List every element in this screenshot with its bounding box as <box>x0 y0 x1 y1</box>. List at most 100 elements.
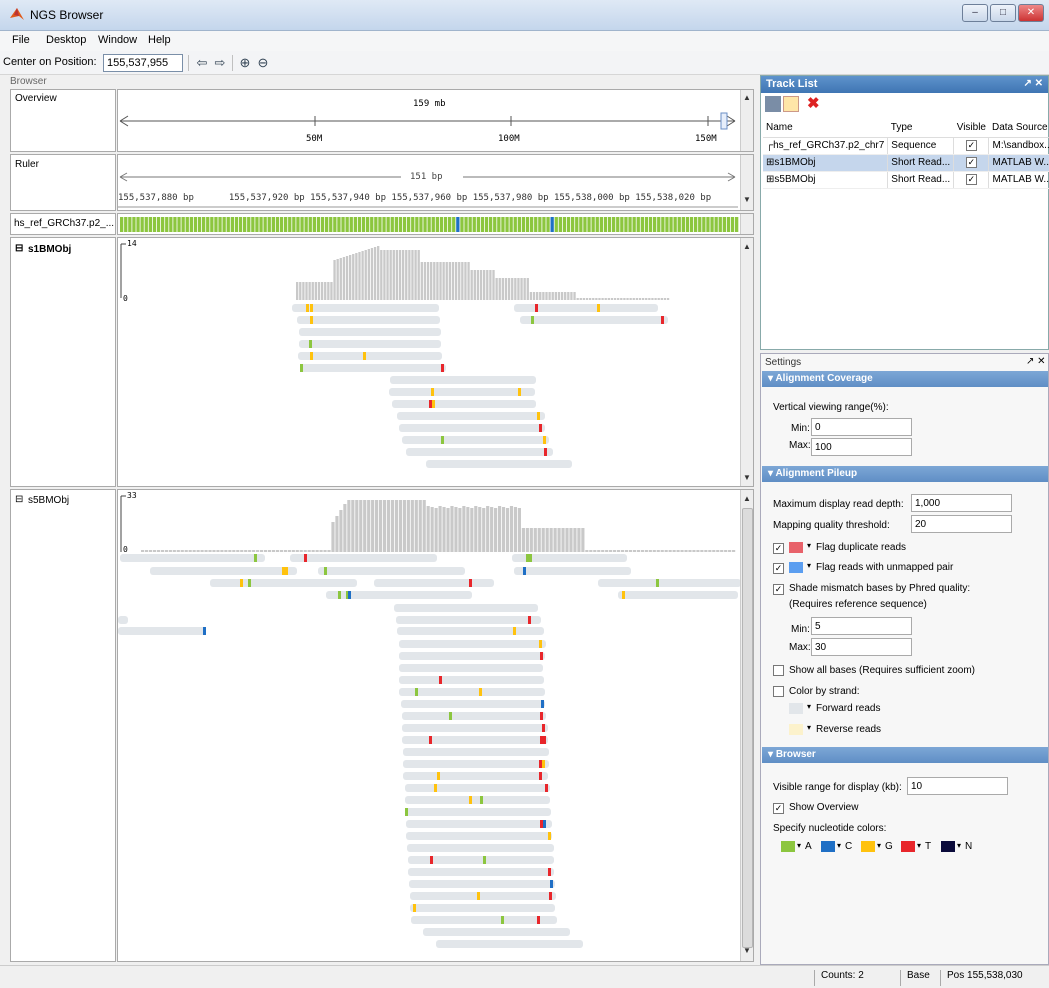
visible-range-input[interactable]: 10 <box>907 777 1008 795</box>
mismatch-mark <box>540 712 543 720</box>
nucleotide-swatch-g[interactable] <box>861 841 875 852</box>
mismatch-mark <box>203 627 206 635</box>
unmapped-color-swatch[interactable] <box>789 562 803 573</box>
maximize-button[interactable]: □ <box>990 4 1016 22</box>
read <box>392 400 536 408</box>
sequence-scrollbar[interactable] <box>740 214 753 234</box>
arrow-right-icon[interactable]: ⇨ <box>211 55 229 71</box>
reverse-color-swatch[interactable] <box>789 724 803 735</box>
track-s1-view[interactable]: 14 0 ▲ ▼ <box>117 237 754 487</box>
dup-color-swatch[interactable] <box>789 542 803 553</box>
coverage-bar <box>720 550 724 552</box>
menu-desktop[interactable]: Desktop <box>46 34 86 46</box>
zoom-in-icon[interactable]: ⊕ <box>236 55 254 71</box>
sequence-base <box>165 217 169 232</box>
track-s5-collapse-icon[interactable]: ⊟ <box>15 494 23 505</box>
phred-max-input[interactable]: 30 <box>811 638 912 656</box>
table-row[interactable]: ⊞s5BMObj Short Read... ✓ MATLAB W... <box>763 171 1049 189</box>
track-s1-collapse-icon[interactable]: ⊟ <box>15 243 23 254</box>
depth-input[interactable]: 1,000 <box>911 494 1012 512</box>
track-s5-scrollbar[interactable]: ▲ ▼ <box>740 490 753 961</box>
color-strand-checkbox[interactable] <box>773 686 784 700</box>
chevron-down-icon[interactable]: ▾ <box>807 541 811 550</box>
chevron-down-icon[interactable]: ▾ <box>797 841 801 850</box>
delete-track-icon[interactable]: ✖ <box>807 94 820 112</box>
mismatch-mark <box>526 554 529 562</box>
arrow-left-icon[interactable]: ⇦ <box>193 55 211 71</box>
row-visible-checkbox[interactable]: ✓ <box>953 171 990 189</box>
shade-checkbox[interactable]: ✓ <box>773 583 784 595</box>
chevron-down-icon[interactable]: ▾ <box>917 841 921 850</box>
mismatch-mark <box>661 316 664 324</box>
close-window-button[interactable]: ✕ <box>1018 4 1044 22</box>
sequence-base <box>566 217 571 232</box>
chevron-down-icon[interactable]: ▾ <box>807 723 811 732</box>
coverage-bar <box>638 298 642 300</box>
mismatch-mark <box>535 304 538 312</box>
nucleotide-swatch-n[interactable] <box>941 841 955 852</box>
show-overview-checkbox[interactable]: ✓ <box>773 802 784 814</box>
mismatch-mark <box>405 808 408 816</box>
table-row[interactable]: ⊞s1BMObj Short Read... ✓ MATLAB W... <box>763 154 1049 172</box>
row-visible-checkbox[interactable]: ✓ <box>953 137 990 155</box>
column-type[interactable]: Type <box>887 118 954 138</box>
row-visible-checkbox[interactable]: ✓ <box>953 154 990 172</box>
show-all-checkbox[interactable] <box>773 665 784 679</box>
column-name[interactable]: Name <box>763 118 888 138</box>
coverage-bar <box>345 256 349 300</box>
nucleotide-swatch-a[interactable] <box>781 841 795 852</box>
phred-min-input[interactable]: 5 <box>811 617 912 635</box>
settings-close-icon[interactable]: ↗ ✕ <box>1026 356 1046 367</box>
ruler-scrollbar[interactable]: ▼ <box>740 155 753 210</box>
track-s5-scroll-thumb[interactable] <box>742 508 753 948</box>
chevron-down-icon[interactable]: ▾ <box>807 702 811 711</box>
mismatch-mark <box>432 400 435 408</box>
sequence-base <box>189 217 193 232</box>
zoom-out-icon[interactable]: ⊖ <box>254 55 272 71</box>
coverage-bar <box>152 550 157 552</box>
menu-file[interactable]: File <box>12 34 30 46</box>
pileup-section-header[interactable]: ▾ Alignment Pileup <box>762 466 1048 482</box>
chevron-down-icon[interactable]: ▾ <box>807 561 811 570</box>
mismatch-mark <box>539 640 542 648</box>
nucleotide-swatch-c[interactable] <box>821 841 835 852</box>
coverage-bar <box>684 550 688 552</box>
menu-help[interactable]: Help <box>148 34 171 46</box>
chevron-down-icon[interactable]: ▾ <box>837 841 841 850</box>
coverage-bar <box>347 500 351 552</box>
coverage-min-input[interactable]: 0 <box>811 418 912 436</box>
forward-color-swatch[interactable] <box>789 703 803 714</box>
move-track-icon[interactable] <box>783 96 799 112</box>
coverage-bar <box>585 298 589 300</box>
sequence-base <box>308 217 312 232</box>
track-s1-scrollbar[interactable]: ▲ ▼ <box>740 238 753 486</box>
ruler-track[interactable]: 151 bp 155,537,880 bp 155,537,920 bp 155,… <box>117 154 754 211</box>
coverage-section-header[interactable]: ▾ Alignment Coverage <box>762 371 1048 387</box>
track-s5-view[interactable]: 33 0 ▲ ▼ <box>117 489 754 962</box>
sequence-track[interactable] <box>117 213 754 235</box>
mismatch-mark <box>477 892 480 900</box>
panel-close-icon[interactable]: ↗ ✕ <box>1023 78 1043 89</box>
column-visible[interactable]: Visible <box>953 118 989 138</box>
add-track-icon[interactable] <box>765 96 781 112</box>
menu-window[interactable]: Window <box>98 34 137 46</box>
center-position-input[interactable] <box>103 54 183 72</box>
read <box>514 567 631 575</box>
coverage-max-input[interactable]: 100 <box>811 438 912 456</box>
overview-track[interactable]: 159 mb 50M 100M 150M ▲ <box>117 89 754 152</box>
coverage-bar <box>570 292 573 300</box>
flag-unmapped-checkbox[interactable]: ✓ <box>773 562 784 574</box>
flag-dup-checkbox[interactable]: ✓ <box>773 542 784 554</box>
column-source[interactable]: Data Source <box>988 118 1049 138</box>
mapq-input[interactable]: 20 <box>911 515 1012 533</box>
coverage-bar <box>339 258 342 300</box>
minimize-button[interactable]: – <box>962 4 988 22</box>
chevron-down-icon[interactable]: ▾ <box>957 841 961 850</box>
nucleotide-swatch-t[interactable] <box>901 841 915 852</box>
table-row[interactable]: ┌hs_ref_GRCh37.p2_chr7 Sequence ✓ M:\san… <box>763 137 1049 155</box>
mismatch-mark <box>282 567 285 575</box>
browser-section-header[interactable]: ▾ Browser <box>762 747 1048 763</box>
chevron-down-icon[interactable]: ▾ <box>877 841 881 850</box>
coverage-bar <box>263 550 268 552</box>
overview-scrollbar[interactable]: ▲ <box>740 90 753 151</box>
